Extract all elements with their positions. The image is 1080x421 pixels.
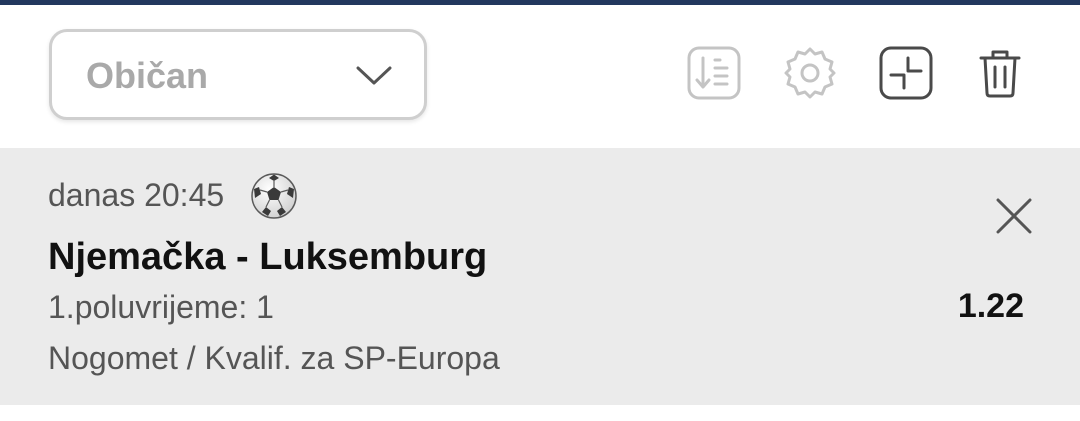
bottom-spacer <box>0 405 1080 421</box>
event-start-time: danas 20:45 <box>48 177 225 213</box>
sort-icon[interactable] <box>686 45 742 101</box>
event-odd: 1.22 <box>957 287 1024 325</box>
betslip-event-card: danas 20:45 Njemačka - Luksemburg 1.polu… <box>0 148 1080 405</box>
collapse-icon[interactable] <box>878 45 934 101</box>
event-teams: Njemačka - Luksemburg <box>48 236 488 278</box>
betslip-toolbar: Običan <box>0 5 1080 148</box>
bet-type-dropdown[interactable]: Običan <box>49 29 427 120</box>
event-league: Nogomet / Kvalif. za SP-Europa <box>48 340 500 376</box>
soccer-ball-icon <box>250 172 298 220</box>
settings-icon[interactable] <box>782 45 838 101</box>
event-market-selection: 1.poluvrijeme: 1 <box>48 289 274 325</box>
chevron-down-icon <box>354 60 394 90</box>
trash-icon[interactable] <box>972 45 1028 101</box>
bet-type-selected-value: Običan <box>86 55 209 96</box>
close-icon[interactable] <box>994 196 1034 236</box>
